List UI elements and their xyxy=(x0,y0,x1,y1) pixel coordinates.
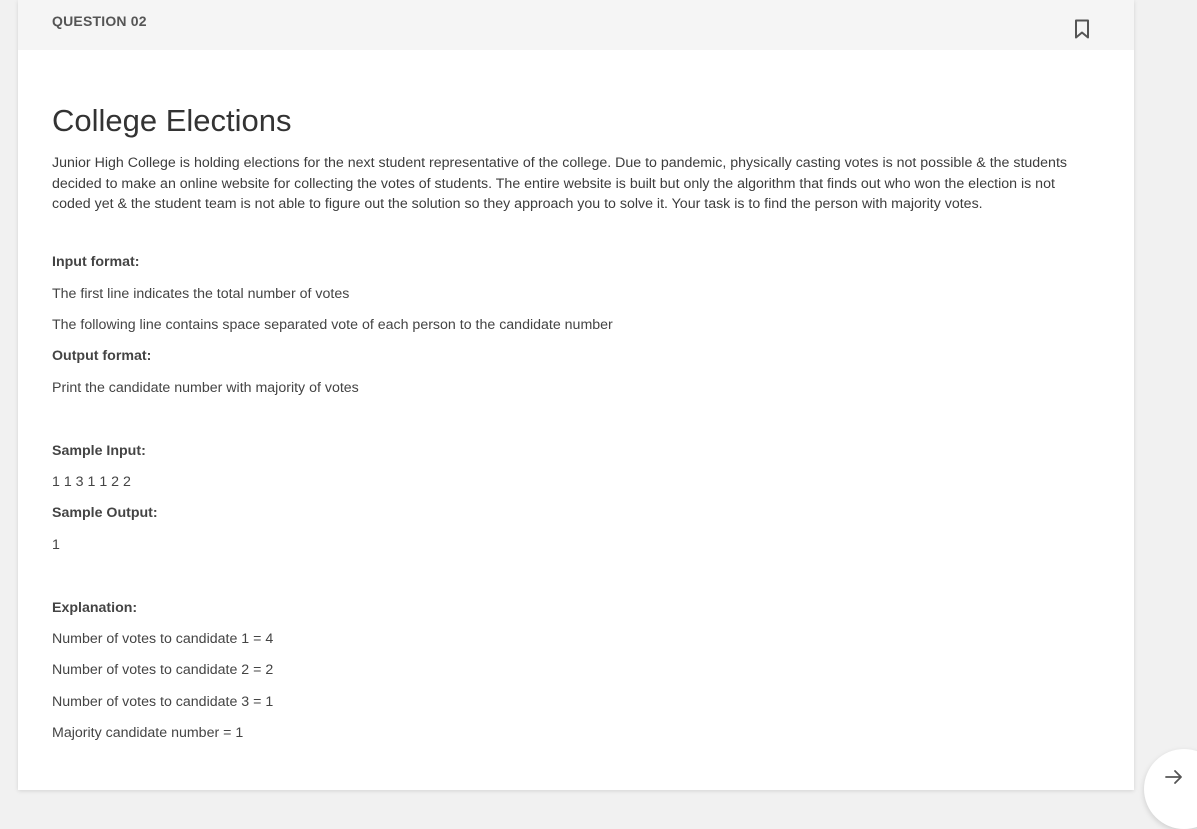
bookmark-icon[interactable] xyxy=(1074,19,1090,39)
question-number: QUESTION 02 xyxy=(52,13,147,29)
sample-input-label: Sample Input: xyxy=(52,443,146,459)
next-question-button[interactable] xyxy=(1144,749,1197,829)
output-format-line-1: Print the candidate number with majority… xyxy=(52,380,359,396)
question-description: Junior High College is holding elections… xyxy=(52,155,1067,212)
explanation-line-2: Number of votes to candidate 2 = 2 xyxy=(52,662,274,678)
input-format-line-2: The following line contains space separa… xyxy=(52,317,613,333)
explanation-line-4: Majority candidate number = 1 xyxy=(52,725,244,741)
input-format-line-1: The first line indicates the total numbe… xyxy=(52,286,350,302)
output-format-label: Output format: xyxy=(52,348,152,364)
explanation-label: Explanation: xyxy=(52,600,138,616)
input-format-label: Input format: xyxy=(52,254,140,270)
question-content: College Elections Junior High College is… xyxy=(52,100,1092,741)
question-title: College Elections xyxy=(52,103,292,138)
explanation-line-3: Number of votes to candidate 3 = 1 xyxy=(52,694,274,710)
arrow-right-icon xyxy=(1164,767,1184,787)
sample-output-value: 1 xyxy=(52,537,60,553)
sample-output-label: Sample Output: xyxy=(52,505,158,521)
question-header: QUESTION 02 xyxy=(18,0,1134,50)
sample-input-value: 1 1 3 1 1 2 2 xyxy=(52,474,131,490)
question-card: QUESTION 02 College Elections Junior Hig… xyxy=(18,0,1134,790)
explanation-line-1: Number of votes to candidate 1 = 4 xyxy=(52,631,274,647)
